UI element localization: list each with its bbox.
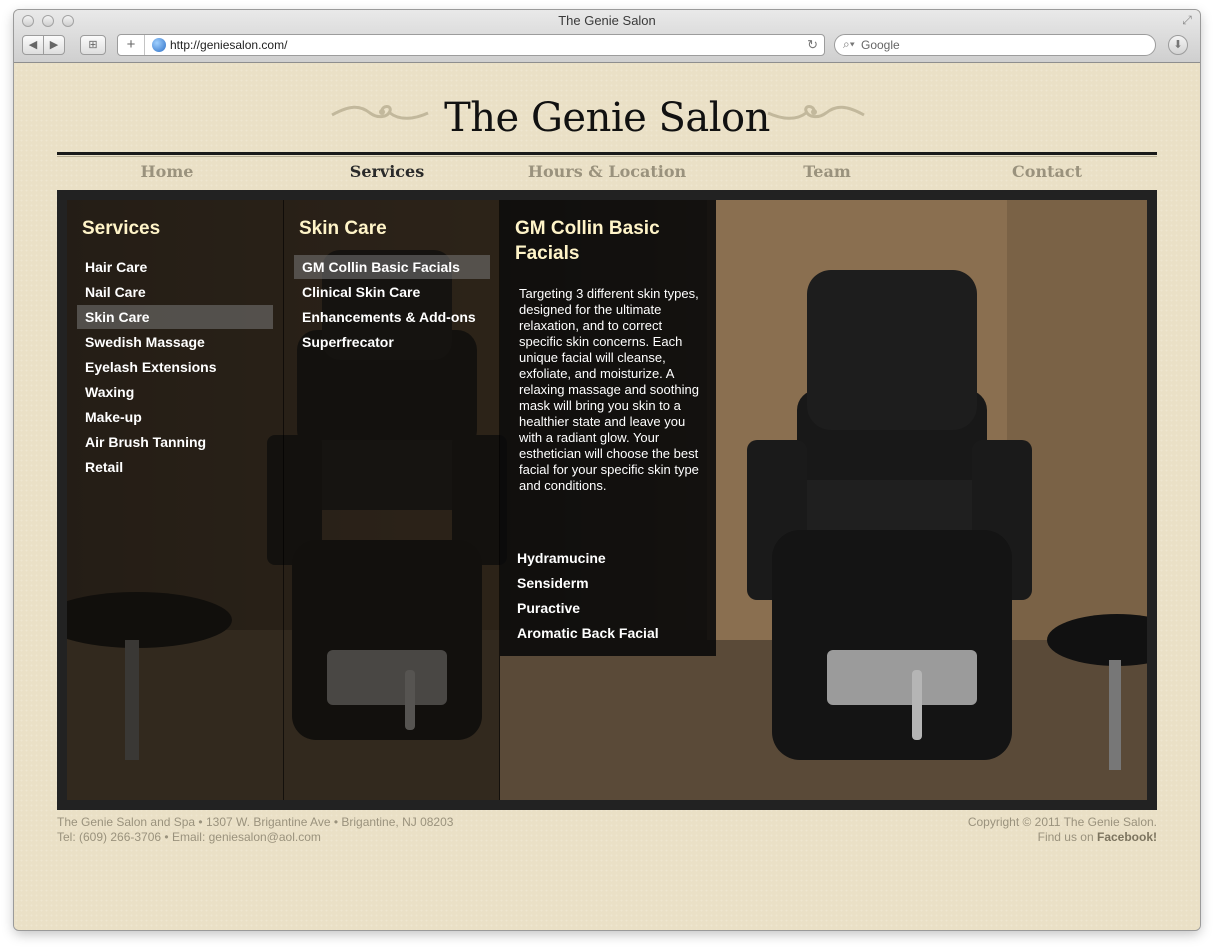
facebook-link[interactable]: Facebook! xyxy=(1097,830,1157,844)
facial-description: Targeting 3 different skin types, design… xyxy=(519,286,699,493)
menu-item-aromatic-back-facial[interactable]: Aromatic Back Facial xyxy=(517,625,659,641)
menu-item-make-up[interactable]: Make-up xyxy=(77,405,273,429)
menu-item-gm-collin-basic-facials[interactable]: GM Collin Basic Facials xyxy=(294,255,490,279)
salon-chairs-photo: Services Hair Care Nail Care Skin Care S… xyxy=(67,200,1147,800)
footer-social-prefix: Find us on xyxy=(1037,830,1097,844)
menu-item-waxing[interactable]: Waxing xyxy=(77,380,273,404)
menu-column-skin-care: Skin Care GM Collin Basic Facials Clinic… xyxy=(284,200,500,800)
services-panel: Services Hair Care Nail Care Skin Care S… xyxy=(57,190,1157,810)
menu-item-swedish-massage[interactable]: Swedish Massage xyxy=(77,330,273,354)
nav-hours-location[interactable]: Hours & Location xyxy=(497,162,717,181)
facial-title-line1: GM Collin Basic xyxy=(515,218,660,239)
footer-contact-line: Tel: (609) 266-3706 • Email: geniesalon@… xyxy=(57,830,321,844)
menu-item-skin-care[interactable]: Skin Care xyxy=(77,305,273,329)
facial-title-line2: Facials xyxy=(515,243,580,264)
menu-heading-skin-care: Skin Care xyxy=(299,218,387,239)
browser-toolbar: The Genie Salon ⤢ ◀ ▶ ⊞ + http://geniesa… xyxy=(14,10,1200,63)
nav-team[interactable]: Team xyxy=(717,162,937,181)
forward-button[interactable]: ▶ xyxy=(43,35,65,55)
footer-address-line: The Genie Salon and Spa • 1307 W. Brigan… xyxy=(57,815,454,829)
window-title: The Genie Salon xyxy=(558,13,656,28)
page-content: The Genie Salon Home Services Hours & Lo… xyxy=(14,63,1200,930)
menu-heading-services: Services xyxy=(82,218,161,239)
search-placeholder: Google xyxy=(861,38,900,52)
footer-social-line: Find us on Facebook! xyxy=(968,830,1157,845)
bookmarks-button[interactable]: ⊞ xyxy=(80,35,106,55)
reload-icon[interactable]: ↻ xyxy=(807,37,818,53)
menu-column-facial-detail: GM Collin Basic Facials Targeting 3 diff… xyxy=(500,200,716,656)
menu-item-superfrecator[interactable]: Superfrecator xyxy=(294,330,490,354)
nav-services[interactable]: Services xyxy=(277,162,497,181)
menu-item-air-brush-tanning[interactable]: Air Brush Tanning xyxy=(77,430,273,454)
url-text[interactable]: http://geniesalon.com/ xyxy=(170,38,287,52)
browser-window: The Genie Salon ⤢ ◀ ▶ ⊞ + http://geniesa… xyxy=(14,10,1200,930)
menu-item-retail[interactable]: Retail xyxy=(77,455,273,479)
globe-icon xyxy=(152,38,166,52)
header-divider xyxy=(57,152,1157,155)
menu-heading-facial: GM Collin Basic Facials xyxy=(515,216,660,266)
footer-copyright: Copyright © 2011 The Genie Salon. Find u… xyxy=(968,815,1157,845)
footer-address: The Genie Salon and Spa • 1307 W. Brigan… xyxy=(57,815,453,845)
footer-copyright-line: Copyright © 2011 The Genie Salon. xyxy=(967,815,1157,829)
menu-item-puractive[interactable]: Puractive xyxy=(517,600,580,616)
back-button[interactable]: ◀ xyxy=(22,35,44,55)
fullscreen-icon[interactable]: ⤢ xyxy=(1180,13,1194,27)
downloads-icon[interactable]: ⬇ xyxy=(1168,35,1188,55)
menu-column-services: Services Hair Care Nail Care Skin Care S… xyxy=(67,200,284,800)
search-icon: ⌕▾ xyxy=(843,37,855,51)
add-bookmark-icon[interactable]: + xyxy=(118,35,145,55)
flourish-right-icon xyxy=(767,105,865,120)
menu-item-hydramucine[interactable]: Hydramucine xyxy=(517,550,606,566)
nav-contact[interactable]: Contact xyxy=(937,162,1157,181)
nav-home[interactable]: Home xyxy=(57,162,277,181)
menu-item-hair-care[interactable]: Hair Care xyxy=(77,255,273,279)
menu-item-nail-care[interactable]: Nail Care xyxy=(77,280,273,304)
search-input[interactable]: ⌕▾ Google xyxy=(834,34,1156,56)
menu-item-sensiderm[interactable]: Sensiderm xyxy=(517,575,589,591)
site-logo[interactable]: The Genie Salon xyxy=(14,95,1200,141)
menu-item-clinical-skin-care[interactable]: Clinical Skin Care xyxy=(294,280,490,304)
header-divider-shadow xyxy=(57,156,1157,157)
mega-menu: Services Hair Care Nail Care Skin Care S… xyxy=(67,200,716,800)
address-bar[interactable]: + http://geniesalon.com/ ↻ xyxy=(117,34,825,56)
menu-item-enhancements-add-ons[interactable]: Enhancements & Add-ons xyxy=(294,305,490,329)
menu-item-eyelash-extensions[interactable]: Eyelash Extensions xyxy=(77,355,273,379)
